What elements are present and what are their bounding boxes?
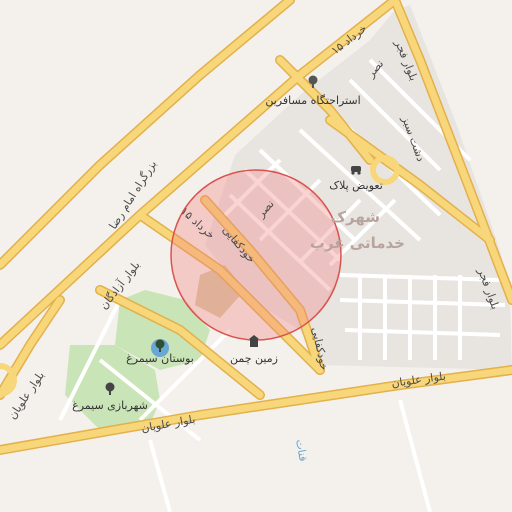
- poi-label-taviz-pelak[interactable]: تعویض پلاک: [329, 179, 383, 192]
- area-label-shahrak: شهرک: [331, 208, 380, 226]
- poi-label-esterahatgah[interactable]: استراحتگاه مسافرین: [265, 94, 360, 107]
- map-view[interactable]: شهرک خدماتی غرب ۱۵ خرداد نصر بلوار فجر د…: [0, 0, 512, 512]
- poi-label-zamin-chaman[interactable]: زمین چمن: [230, 352, 278, 365]
- water-label-qanat: قنات: [293, 438, 310, 462]
- poi-label-shahrbazi[interactable]: شهربازی سیمرغ: [72, 399, 148, 412]
- poi-label-bostan-simorgh[interactable]: بوستان سیمرغ: [126, 352, 194, 365]
- area-label-khadamati: خدماتی غرب: [310, 234, 405, 252]
- map-canvas[interactable]: شهرک خدماتی غرب ۱۵ خرداد نصر بلوار فجر د…: [0, 0, 512, 512]
